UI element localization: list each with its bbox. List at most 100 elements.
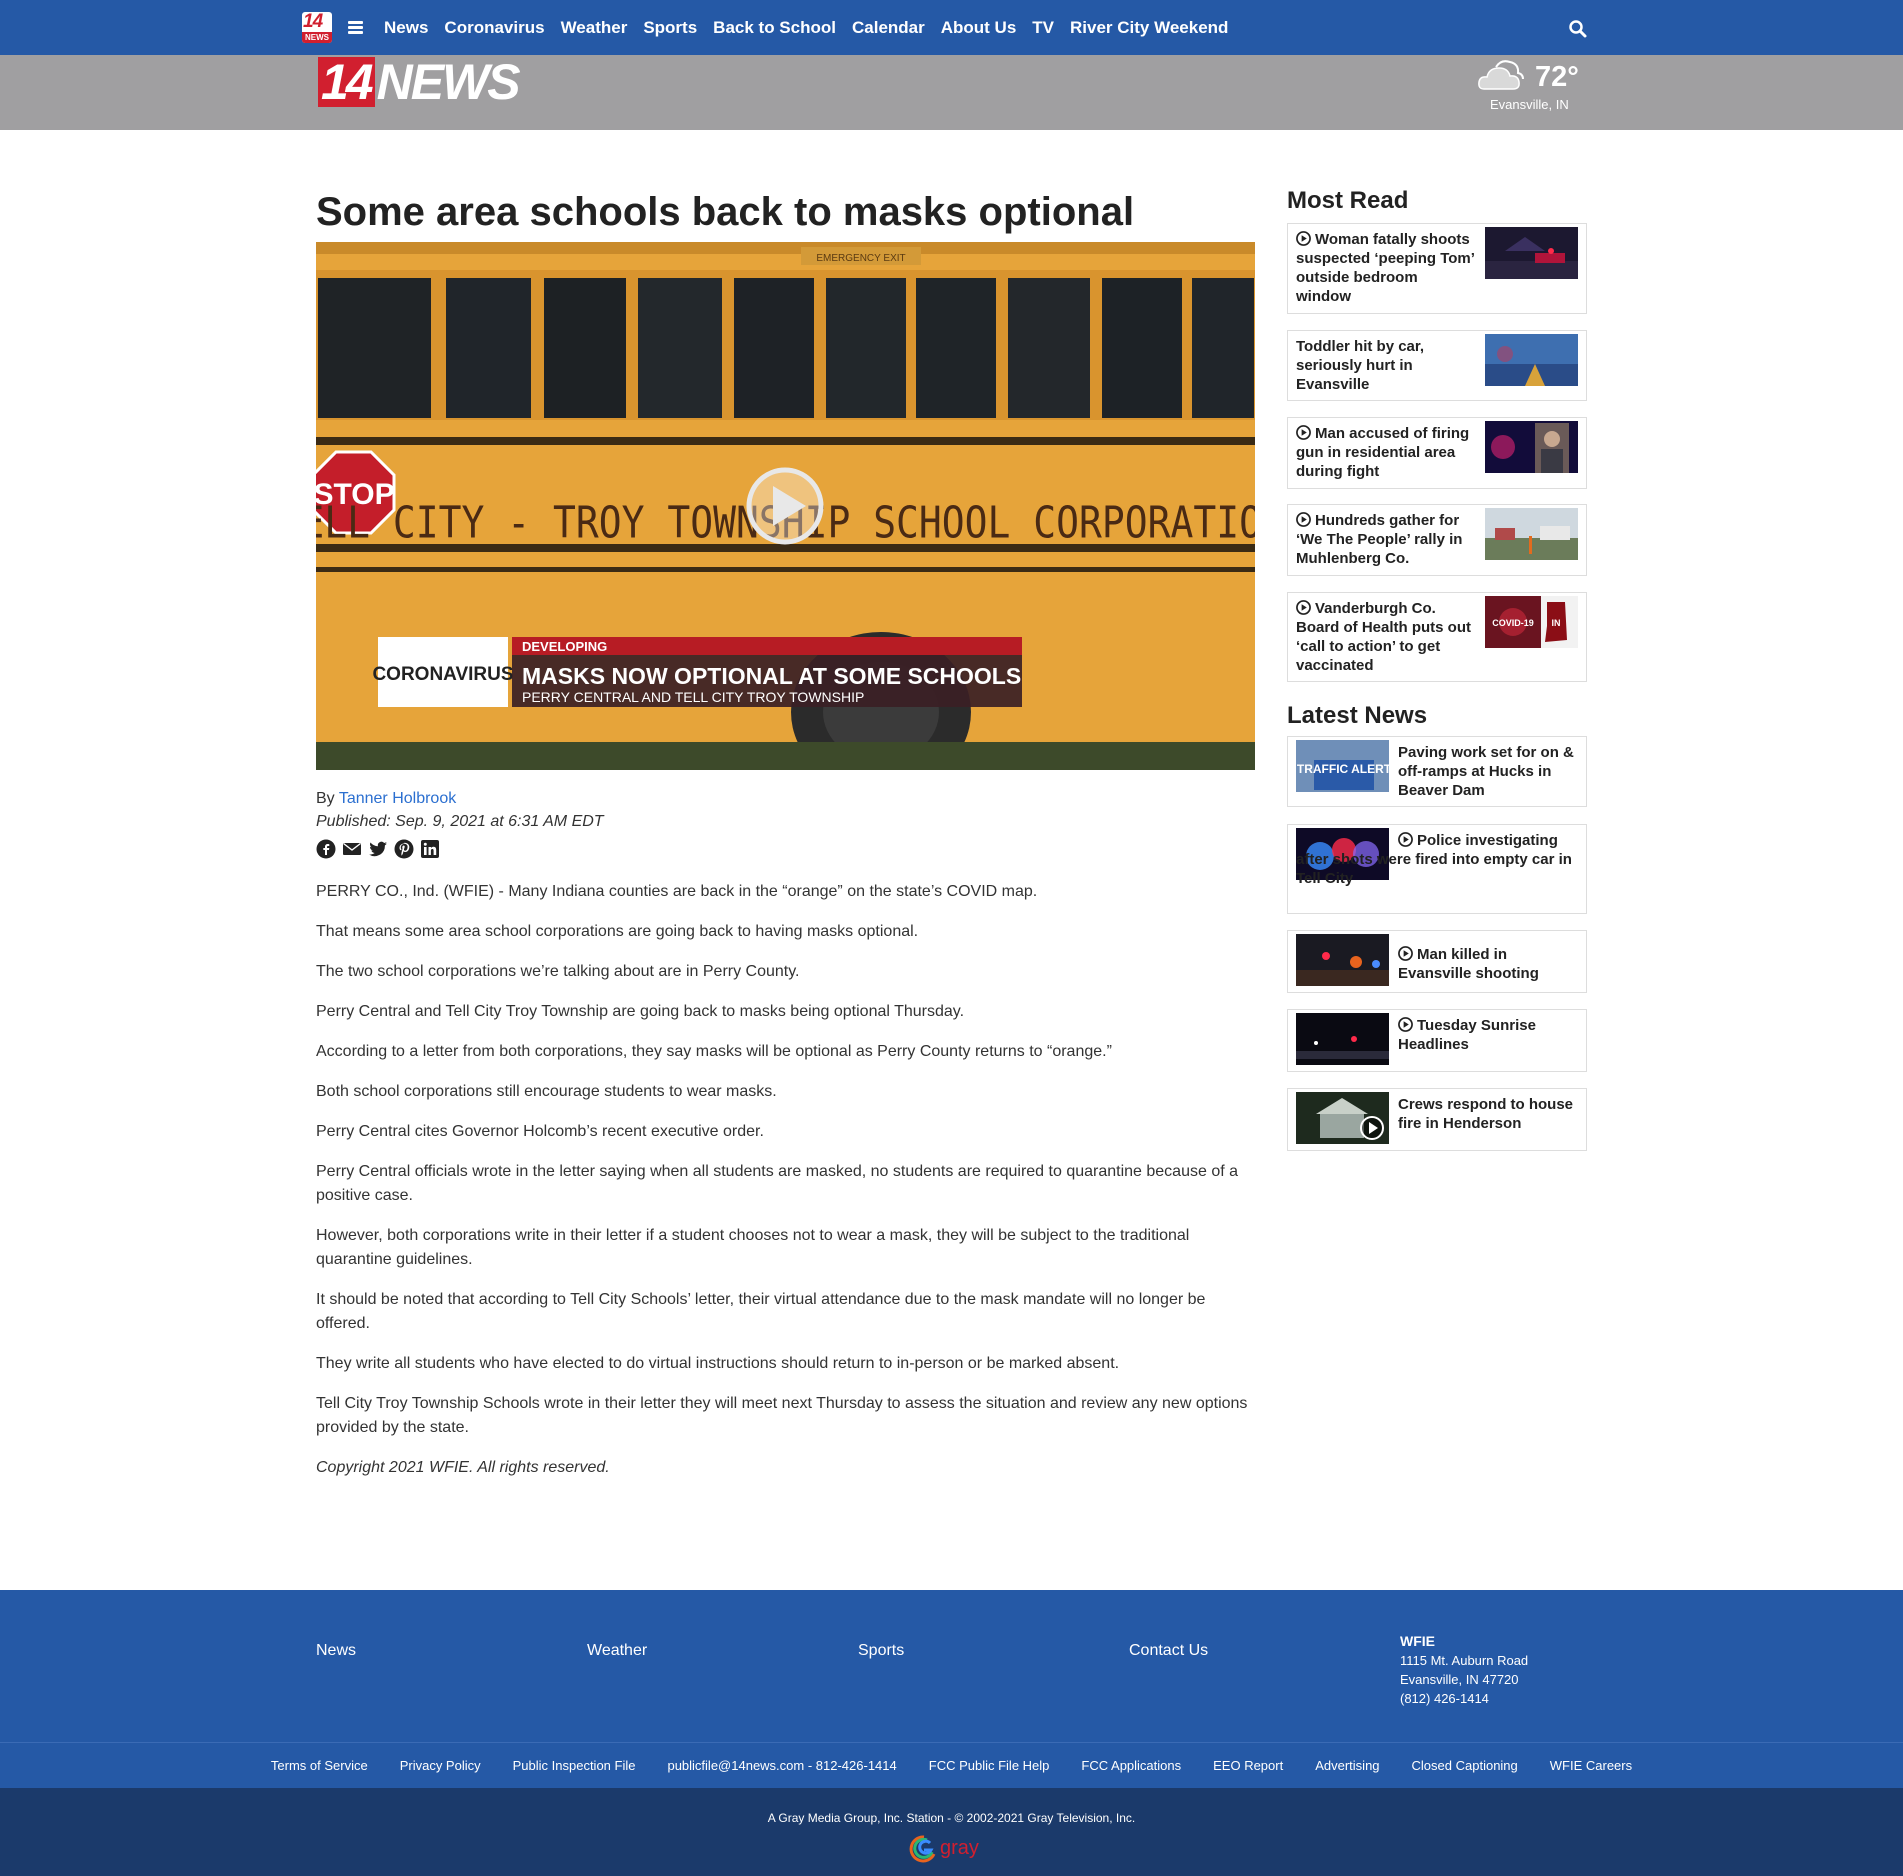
author-link[interactable]: Tanner Holbrook <box>339 790 456 807</box>
footer-legal-link[interactable]: Privacy Policy <box>400 1758 481 1774</box>
footer-legal-link[interactable]: publicfile@14news.com - 812-426-1414 <box>667 1758 896 1774</box>
nav-item-river-city-weekend[interactable]: River City Weekend <box>1070 0 1228 55</box>
video-play-icon <box>1296 512 1311 527</box>
most-read-thumbnail <box>1485 334 1578 386</box>
latest-news-item[interactable]: TRAFFIC ALERT Paving work set for on & o… <box>1287 736 1587 807</box>
footer-link-sports[interactable]: Sports <box>858 1641 904 1661</box>
article-paragraph: Tell City Troy Township Schools wrote in… <box>316 1395 1248 1436</box>
emergency-exit-label: EMERGENCY EXIT <box>816 253 905 264</box>
station-logo[interactable]: 14 NEWS <box>302 12 332 43</box>
hamburger-menu-icon[interactable] <box>348 21 363 34</box>
nav-item-weather[interactable]: Weather <box>561 0 628 55</box>
header-band: 14 NEWS 72° Evansville, IN <box>0 55 1903 130</box>
nav-item-news[interactable]: News <box>384 0 428 55</box>
latest-news-item[interactable]: Man killed in Evansville shooting <box>1287 930 1587 993</box>
footer-main: News Weather Sports Contact Us WFIE 1115… <box>0 1590 1903 1742</box>
article-paragraph: That means some area school corporations… <box>316 923 919 940</box>
article-paragraph: Perry Central officials wrote in the let… <box>316 1163 1238 1204</box>
most-read-item[interactable]: Woman fatally shoots suspected ‘peeping … <box>1287 223 1587 314</box>
footer-legal-link[interactable]: FCC Applications <box>1081 1758 1181 1774</box>
nav-item-about-us[interactable]: About Us <box>941 0 1017 55</box>
station-address: WFIE 1115 Mt. Auburn Road Evansville, IN… <box>1400 1632 1528 1708</box>
footer-legal-link[interactable]: EEO Report <box>1213 1758 1283 1774</box>
latest-news-thumbnail <box>1296 934 1389 986</box>
footer-link-weather[interactable]: Weather <box>587 1641 647 1661</box>
nav-item-tv[interactable]: TV <box>1032 0 1054 55</box>
share-bar <box>316 839 440 859</box>
article-copyright: Copyright 2021 WFIE. All rights reserved… <box>316 1459 610 1476</box>
twitter-icon[interactable] <box>368 839 388 859</box>
most-read-thumbnail <box>1485 508 1578 560</box>
most-read-item[interactable]: Vanderburgh Co. Board of Health puts out… <box>1287 592 1587 682</box>
byline: By Tanner Holbrook <box>316 789 456 809</box>
gray-media-logo[interactable]: gray <box>904 1832 1004 1866</box>
nav-item-back-to-school[interactable]: Back to School <box>713 0 836 55</box>
lower-third-kicker: DEVELOPING <box>522 639 607 654</box>
temperature[interactable]: 72° <box>1535 59 1579 95</box>
hero-video[interactable]: EMERGENCY EXIT STOP TELL CITY - TROY TOW… <box>316 242 1255 770</box>
partly-cloudy-icon <box>1478 60 1524 90</box>
search-icon[interactable] <box>1568 19 1588 39</box>
article-headline: Some area schools back to masks optional <box>316 190 1135 234</box>
most-read-title: Hundreds gather for ‘We The People’ rall… <box>1296 512 1463 567</box>
article-paragraph: Both school corporations still encourage… <box>316 1083 777 1100</box>
most-read-title: Toddler hit by car, seriously hurt in Ev… <box>1296 338 1425 393</box>
byline-prefix: By <box>316 790 335 807</box>
nav-item-calendar[interactable]: Calendar <box>852 0 925 55</box>
article-paragraph: However, both corporations write in thei… <box>316 1227 1190 1268</box>
most-read-title: Vanderburgh Co. Board of Health puts out… <box>1296 600 1471 674</box>
footer-legal-link[interactable]: Closed Captioning <box>1412 1758 1518 1774</box>
nav-item-sports[interactable]: Sports <box>643 0 697 55</box>
footer-legal-link[interactable]: Advertising <box>1315 1758 1379 1774</box>
facebook-icon[interactable] <box>316 839 336 859</box>
top-nav: 14 NEWS News Coronavirus Weather Sports … <box>0 0 1903 55</box>
article-paragraph: Perry Central and Tell City Troy Townshi… <box>316 1003 965 1020</box>
article-paragraph: They write all students who have elected… <box>316 1355 1120 1372</box>
video-play-icon <box>1398 1017 1413 1032</box>
latest-news-item[interactable]: Crews respond to house fire in Henderson <box>1287 1088 1587 1151</box>
most-read-item[interactable]: Man accused of firing gun in residential… <box>1287 417 1587 489</box>
latest-news-thumbnail <box>1296 1013 1389 1065</box>
most-read-item[interactable]: Hundreds gather for ‘We The People’ rall… <box>1287 504 1587 576</box>
lower-third-title: MASKS NOW OPTIONAL AT SOME SCHOOLS <box>522 663 1021 689</box>
most-read-title: Man accused of firing gun in residential… <box>1296 425 1470 480</box>
footer-legal-link[interactable]: FCC Public File Help <box>929 1758 1050 1774</box>
latest-news-thumbnail <box>1296 1092 1389 1144</box>
video-play-icon <box>1296 600 1311 615</box>
traffic-alert-label: TRAFFIC ALERT <box>1297 762 1389 776</box>
latest-news-heading: Latest News <box>1287 702 1428 729</box>
video-play-icon <box>1296 231 1311 246</box>
article-body: PERRY CO., Ind. (WFIE) - Many Indiana co… <box>316 880 1256 1496</box>
footer-legal-link[interactable]: Terms of Service <box>271 1758 368 1774</box>
article-paragraph: PERRY CO., Ind. (WFIE) - Many Indiana co… <box>316 883 1038 900</box>
email-icon[interactable] <box>342 839 362 859</box>
station-phone[interactable]: (812) 426-1414 <box>1400 1691 1489 1706</box>
footer-legal-link[interactable]: Public Inspection File <box>513 1758 636 1774</box>
address-line-2: Evansville, IN 47720 <box>1400 1672 1519 1687</box>
brand-word: NEWS <box>376 54 521 110</box>
main-nav: News Coronavirus Weather Sports Back to … <box>384 0 1244 55</box>
weather-city: Evansville, IN <box>1490 97 1569 112</box>
footer-link-contact-us[interactable]: Contact Us <box>1129 1641 1208 1661</box>
linkedin-icon[interactable] <box>420 839 440 859</box>
footer-legal-links: Terms of Service Privacy Policy Public I… <box>0 1742 1903 1788</box>
pinterest-icon[interactable] <box>394 839 414 859</box>
video-play-icon <box>1296 425 1311 440</box>
state-thumb-label: IN <box>1552 618 1561 628</box>
latest-news-item[interactable]: Tuesday Sunrise Headlines <box>1287 1009 1587 1072</box>
most-read-item[interactable]: Toddler hit by car, seriously hurt in Ev… <box>1287 330 1587 401</box>
covid-thumb-label: COVID-19 <box>1492 618 1534 628</box>
nav-item-coronavirus[interactable]: Coronavirus <box>444 0 544 55</box>
video-play-icon[interactable] <box>749 470 821 542</box>
most-read-thumbnail <box>1485 227 1578 279</box>
article-paragraph: Perry Central cites Governor Holcomb’s r… <box>316 1123 764 1140</box>
latest-news-item[interactable]: Police investigating after shots were fi… <box>1287 824 1587 914</box>
article-paragraph: It should be noted that according to Tel… <box>316 1291 1206 1332</box>
brand-logo[interactable]: 14 NEWS <box>318 54 521 110</box>
gray-copyright: A Gray Media Group, Inc. Station - © 200… <box>767 1811 1136 1825</box>
footer-link-news[interactable]: News <box>316 1641 356 1661</box>
footer-legal-link[interactable]: WFIE Careers <box>1550 1758 1632 1774</box>
brand-number: 14 <box>318 57 375 107</box>
latest-news-title: Police investigating after shots were fi… <box>1296 832 1572 887</box>
most-read-thumbnail <box>1485 421 1578 473</box>
